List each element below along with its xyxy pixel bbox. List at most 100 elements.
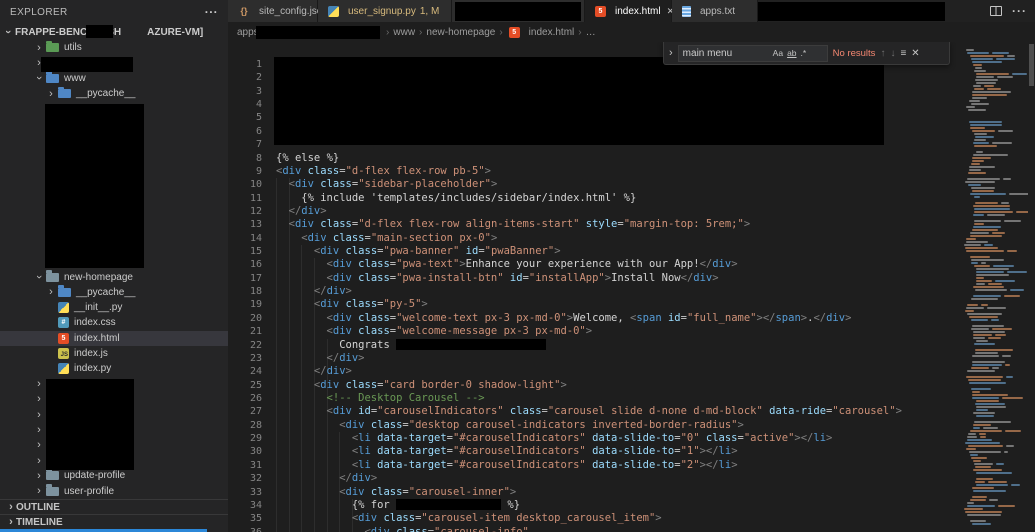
- find-previous-icon[interactable]: ↑: [880, 48, 885, 59]
- line-number[interactable]: 34: [228, 499, 262, 512]
- tree-item-__init__.py[interactable]: __init__.py: [0, 300, 228, 315]
- code-line[interactable]: 23 </div>: [228, 352, 962, 365]
- line-number[interactable]: 21: [228, 325, 262, 338]
- code-line[interactable]: 10 <div class="sidebar-placeholder">: [228, 178, 962, 191]
- line-number[interactable]: 30: [228, 445, 262, 458]
- match-case-icon[interactable]: Aa: [773, 48, 783, 58]
- tab-site_config.json[interactable]: {} site_config.json: [228, 0, 328, 22]
- tree-item-update-profile[interactable]: › update-profile: [0, 468, 228, 483]
- tree-item-index.css[interactable]: # index.css: [0, 315, 228, 330]
- code-line[interactable]: 27 <div id="carouselIndicators" class="ca…: [228, 405, 962, 418]
- line-number[interactable]: 31: [228, 459, 262, 472]
- line-number[interactable]: 33: [228, 486, 262, 499]
- timeline-section-header[interactable]: › TIMELINE: [0, 514, 228, 529]
- code-line[interactable]: 26 <!-- Desktop Carousel -->: [228, 392, 962, 405]
- code-line[interactable]: 29 <li data-target="#carouselIndicators" …: [228, 432, 962, 445]
- breadcrumb-item-index.html[interactable]: 5 index.html: [507, 26, 574, 38]
- code-line[interactable]: 31 <li data-target="#carouselIndicators" …: [228, 459, 962, 472]
- line-number[interactable]: 20: [228, 312, 262, 325]
- code-line[interactable]: 11 {% include 'templates/includes/sidebar…: [228, 192, 962, 205]
- line-number[interactable]: 28: [228, 419, 262, 432]
- code-line[interactable]: 18 </div>: [228, 285, 962, 298]
- line-number[interactable]: 25: [228, 379, 262, 392]
- more-actions-icon[interactable]: ···: [1012, 4, 1027, 18]
- find-input[interactable]: [682, 47, 769, 59]
- line-number[interactable]: 14: [228, 232, 262, 245]
- line-number[interactable]: 22: [228, 339, 262, 352]
- line-number[interactable]: 13: [228, 218, 262, 231]
- line-number[interactable]: 6: [228, 125, 262, 138]
- line-number[interactable]: 5: [228, 111, 262, 124]
- code-line[interactable]: 14 <div class="main-section px-0">: [228, 232, 962, 245]
- tree-item-user-profile[interactable]: › user-profile: [0, 484, 228, 499]
- line-number[interactable]: 2: [228, 71, 262, 84]
- code-line[interactable]: 21 <div class="welcome-message px-3 px-md…: [228, 325, 962, 338]
- tree-item-utils[interactable]: › utils: [0, 40, 228, 55]
- code-line[interactable]: 28 <div class="desktop carousel-indicator…: [228, 419, 962, 432]
- line-number[interactable]: 9: [228, 165, 262, 178]
- code-line[interactable]: 36<div class="carousel-info": [228, 526, 962, 532]
- code-line[interactable]: 19 <div class="py-5">: [228, 298, 962, 311]
- code-line[interactable]: 13 <div class="d-flex flex-row align-item…: [228, 218, 962, 231]
- tab-user_signup.py[interactable]: user_signup.py 1, M: [318, 0, 452, 22]
- code-line[interactable]: 32 </div>: [228, 472, 962, 485]
- tab-index.html[interactable]: 5 index.html ✕: [585, 0, 674, 22]
- breadcrumb-item-www[interactable]: www: [393, 27, 415, 38]
- line-number[interactable]: 32: [228, 472, 262, 485]
- line-number[interactable]: 26: [228, 392, 262, 405]
- editor-scrollbar[interactable]: [1028, 42, 1035, 532]
- code-line[interactable]: 25 <div class="card border-0 shadow-light…: [228, 379, 962, 392]
- line-number[interactable]: 3: [228, 85, 262, 98]
- code-line[interactable]: 9 <div class="d-flex flex-row pb-5">: [228, 165, 962, 178]
- outline-section-header[interactable]: › OUTLINE: [0, 498, 228, 514]
- workspace-root-row[interactable]: › FRAPPE-BENCH [SSH AZURE-VM]: [0, 24, 228, 40]
- tree-item-index.html[interactable]: 5 index.html: [0, 330, 228, 346]
- line-number[interactable]: 8: [228, 152, 262, 165]
- line-number[interactable]: 23: [228, 352, 262, 365]
- tab-apps.txt[interactable]: apps.txt: [672, 0, 758, 22]
- find-close-icon[interactable]: ✕: [911, 48, 919, 59]
- line-number[interactable]: 17: [228, 272, 262, 285]
- find-in-selection-icon[interactable]: ≡: [900, 48, 906, 59]
- line-number[interactable]: 12: [228, 205, 262, 218]
- tree-item-new-homepage[interactable]: › new-homepage: [0, 269, 228, 284]
- minimap[interactable]: [962, 42, 1028, 532]
- code-line[interactable]: 24 </div>: [228, 365, 962, 378]
- line-number[interactable]: 11: [228, 192, 262, 205]
- line-number[interactable]: 4: [228, 98, 262, 111]
- line-number[interactable]: 29: [228, 432, 262, 445]
- code-line[interactable]: 12 </div>: [228, 205, 962, 218]
- code-line[interactable]: 17 <div class="pwa-install-btn" id="insta…: [228, 272, 962, 285]
- tree-item-index.py[interactable]: index.py: [0, 361, 228, 376]
- code-line[interactable]: 20 <div class="welcome-text px-3 px-md-0"…: [228, 312, 962, 325]
- line-number[interactable]: 15: [228, 245, 262, 258]
- code-line[interactable]: 8 {% else %}: [228, 152, 962, 165]
- tree-item-__pycache__[interactable]: › __pycache__: [0, 285, 228, 300]
- line-number[interactable]: 18: [228, 285, 262, 298]
- tree-item-index.js[interactable]: JS index.js: [0, 346, 228, 361]
- code-line[interactable]: 33 <div class="carousel-inner">: [228, 486, 962, 499]
- line-number[interactable]: 27: [228, 405, 262, 418]
- line-number[interactable]: 24: [228, 365, 262, 378]
- line-number[interactable]: 10: [228, 178, 262, 191]
- regex-icon[interactable]: .*: [801, 48, 807, 58]
- code-line[interactable]: 35 <div class="carousel-item desktop_caro…: [228, 512, 962, 525]
- code-line[interactable]: 30 <li data-target="#carouselIndicators" …: [228, 445, 962, 458]
- split-editor-icon[interactable]: [990, 6, 1002, 16]
- code-line[interactable]: 15 <div class="pwa-banner" id="pwaBanner"…: [228, 245, 962, 258]
- code-line[interactable]: 34 {% for %}: [228, 498, 962, 512]
- code-line[interactable]: 16 <div class="pwa-text">Enhance your exp…: [228, 258, 962, 271]
- breadcrumb-item-new-homepage[interactable]: new-homepage: [426, 27, 495, 38]
- line-number[interactable]: 7: [228, 138, 262, 151]
- code-line[interactable]: 22 Congrats: [228, 338, 962, 352]
- tree-item-www[interactable]: › www: [0, 71, 228, 86]
- line-number[interactable]: 36: [228, 526, 262, 532]
- line-number[interactable]: 16: [228, 258, 262, 271]
- tree-item-__pycache__[interactable]: › __pycache__: [0, 86, 228, 101]
- whole-word-icon[interactable]: ab: [787, 48, 796, 58]
- find-next-icon[interactable]: ↓: [890, 48, 895, 59]
- scrollbar-thumb[interactable]: [1029, 44, 1034, 86]
- explorer-more-button[interactable]: ···: [205, 5, 218, 19]
- find-collapse-icon[interactable]: ›: [669, 47, 673, 59]
- breadcrumb-item-…[interactable]: …: [586, 27, 596, 38]
